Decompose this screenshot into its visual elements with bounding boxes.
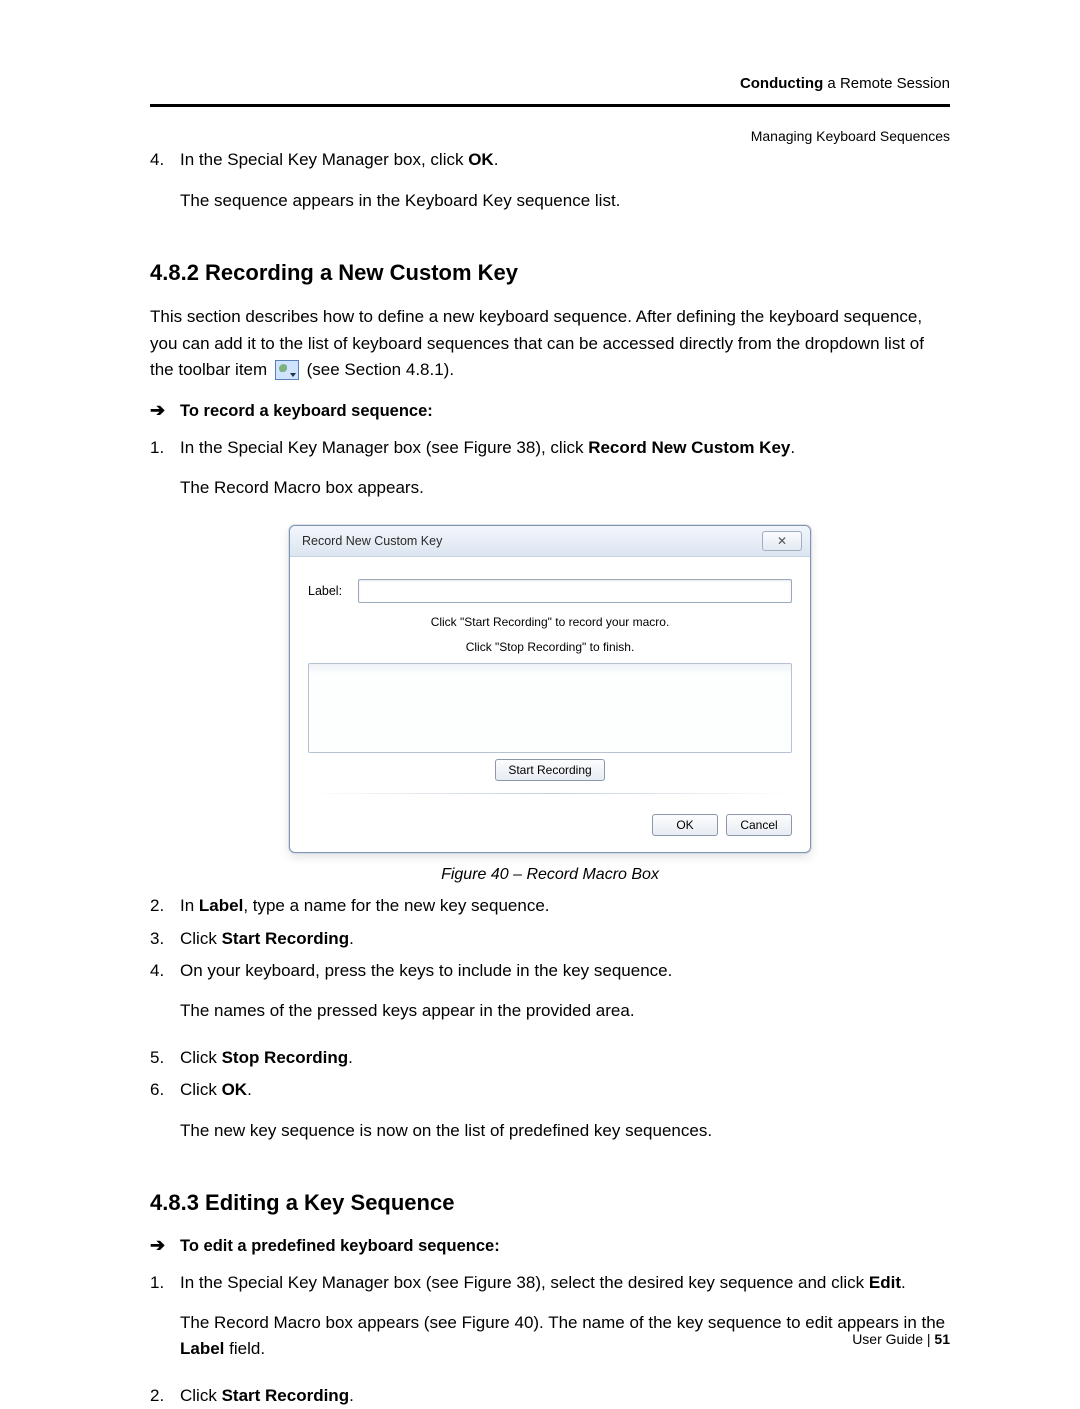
list-number: 1. bbox=[150, 1270, 180, 1296]
list-number: 2. bbox=[150, 1383, 180, 1409]
list-text: Click Start Recording. bbox=[180, 926, 950, 952]
list-number: 5. bbox=[150, 1045, 180, 1071]
list-subtext: The sequence appears in the Keyboard Key… bbox=[180, 188, 950, 214]
list-text: In the Special Key Manager box (see Figu… bbox=[180, 435, 950, 516]
arrow-icon: ➔ bbox=[150, 401, 180, 419]
paragraph: This section describes how to define a n… bbox=[150, 304, 950, 383]
header-rule bbox=[150, 104, 950, 107]
figure-caption: Figure 40 – Record Macro Box bbox=[150, 863, 950, 888]
list-text: In the Special Key Manager box, click OK… bbox=[180, 147, 950, 228]
hint-line-2: Click "Stop Recording" to finish. bbox=[308, 638, 792, 657]
keys-capture-area bbox=[308, 663, 792, 753]
dialog-separator bbox=[308, 793, 792, 794]
dialog-title: Record New Custom Key bbox=[302, 532, 442, 551]
hint-line-1: Click "Start Recording" to record your m… bbox=[308, 613, 792, 632]
list-number: 4. bbox=[150, 958, 180, 984]
list-text: Click Stop Recording. bbox=[180, 1045, 950, 1071]
list-subtext: The new key sequence is now on the list … bbox=[180, 1118, 950, 1144]
label-input[interactable] bbox=[358, 579, 792, 603]
document-page: Conducting a Remote Session Managing Key… bbox=[0, 0, 1080, 1397]
cancel-button[interactable]: Cancel bbox=[726, 814, 792, 836]
record-macro-dialog: Record New Custom Key ✕ Label: Click "St… bbox=[289, 525, 811, 852]
close-button[interactable]: ✕ bbox=[762, 531, 802, 551]
procedure-heading: ➔ To edit a predefined keyboard sequence… bbox=[150, 1234, 950, 1260]
page-number: 51 bbox=[934, 1331, 950, 1347]
list-number: 3. bbox=[150, 926, 180, 952]
ok-button[interactable]: OK bbox=[652, 814, 718, 836]
list-number: 4. bbox=[150, 147, 180, 173]
arrow-icon: ➔ bbox=[150, 1236, 180, 1254]
running-header: Conducting a Remote Session Managing Key… bbox=[150, 72, 950, 147]
list-subtext: The Record Macro box appears. bbox=[180, 475, 950, 501]
close-icon: ✕ bbox=[777, 532, 787, 551]
toolbar-key-icon bbox=[275, 360, 299, 380]
label-caption: Label: bbox=[308, 582, 342, 601]
list-text: In Label, type a name for the new key se… bbox=[180, 893, 950, 919]
list-number: 6. bbox=[150, 1077, 180, 1103]
page-footer: User Guide | 51 bbox=[852, 1331, 950, 1347]
list-text: Click OK. The new key sequence is now on… bbox=[180, 1077, 950, 1158]
start-recording-button[interactable]: Start Recording bbox=[495, 759, 604, 781]
list-text: On your keyboard, press the keys to incl… bbox=[180, 958, 950, 1039]
header-sub: Managing Keyboard Sequences bbox=[150, 125, 950, 147]
list-text: In the Special Key Manager box (see Figu… bbox=[180, 1270, 950, 1377]
list-subtext: The names of the pressed keys appear in … bbox=[180, 998, 950, 1024]
heading-4-8-3: 4.8.3 Editing a Key Sequence bbox=[150, 1186, 950, 1220]
list-number: 1. bbox=[150, 435, 180, 461]
heading-4-8-2: 4.8.2 Recording a New Custom Key bbox=[150, 256, 950, 290]
header-bold: Conducting bbox=[740, 75, 823, 92]
header-rest: a Remote Session bbox=[823, 75, 950, 92]
procedure-heading: ➔ To record a keyboard sequence: bbox=[150, 399, 950, 425]
list-subtext: The Record Macro box appears (see Figure… bbox=[180, 1310, 950, 1363]
list-text: Click Start Recording. bbox=[180, 1383, 950, 1409]
list-number: 2. bbox=[150, 893, 180, 919]
dialog-titlebar: Record New Custom Key ✕ bbox=[290, 526, 810, 557]
